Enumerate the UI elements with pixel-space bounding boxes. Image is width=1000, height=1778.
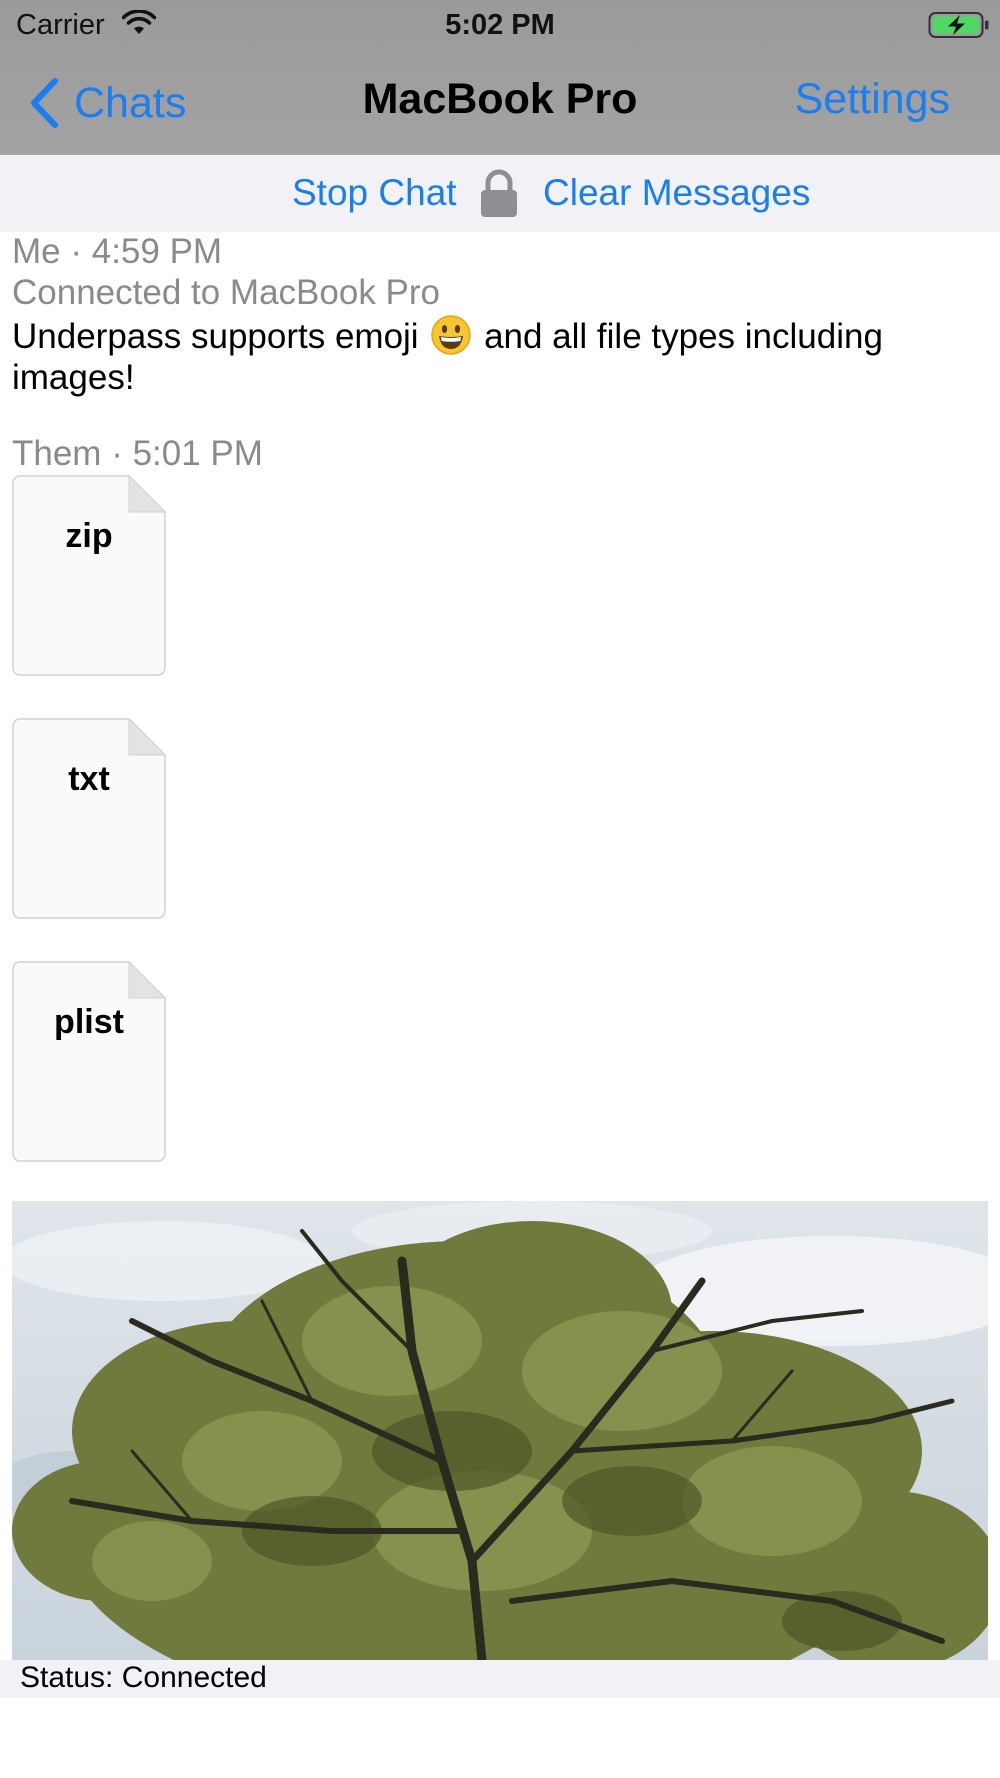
- document-icon: [12, 961, 166, 1162]
- settings-button[interactable]: Settings: [795, 75, 950, 124]
- message-list[interactable]: Me · 4:59 PM Connected to MacBook Pro Un…: [0, 232, 1000, 1660]
- connection-note: Connected to MacBook Pro: [12, 273, 441, 312]
- stop-chat-button[interactable]: Stop Chat: [292, 172, 457, 214]
- battery-charging-icon: [928, 12, 989, 38]
- message-sender-time: Them · 5:01 PM: [12, 434, 263, 473]
- document-icon: [12, 475, 166, 676]
- status-bar: Carrier 5:02 PM: [0, 0, 1000, 52]
- clear-messages-button[interactable]: Clear Messages: [543, 172, 810, 214]
- navigation-bar: Chats MacBook Pro Settings: [0, 55, 1000, 155]
- status-time: 5:02 PM: [445, 9, 555, 41]
- file-attachment-zip[interactable]: zip: [12, 475, 166, 676]
- top-bar: Carrier 5:02 PM Chats MacBook Pro Settin…: [0, 0, 1000, 155]
- image-attachment-tree[interactable]: [12, 1201, 988, 1660]
- file-extension: txt: [68, 760, 110, 798]
- lock-icon: [481, 169, 517, 217]
- tree-photo-image: [12, 1201, 988, 1660]
- file-attachment-plist[interactable]: plist: [12, 961, 166, 1162]
- document-icon: [12, 718, 166, 919]
- message-text[interactable]: Underpass supports emoji and all file ty…: [12, 314, 972, 398]
- message-sender-time: Me · 4:59 PM: [12, 232, 223, 271]
- connection-status: Status: Connected: [20, 1661, 267, 1694]
- file-attachment-txt[interactable]: txt: [12, 718, 166, 919]
- message-text-part: Underpass supports emoji: [12, 317, 419, 356]
- file-extension: zip: [65, 517, 113, 555]
- status-footer: Status: Connected: [0, 1660, 1000, 1698]
- chat-screen: Carrier 5:02 PM Chats MacBook Pro Settin…: [0, 0, 1000, 1778]
- file-extension: plist: [54, 1003, 124, 1041]
- grinning-face-emoji-icon: [431, 315, 472, 355]
